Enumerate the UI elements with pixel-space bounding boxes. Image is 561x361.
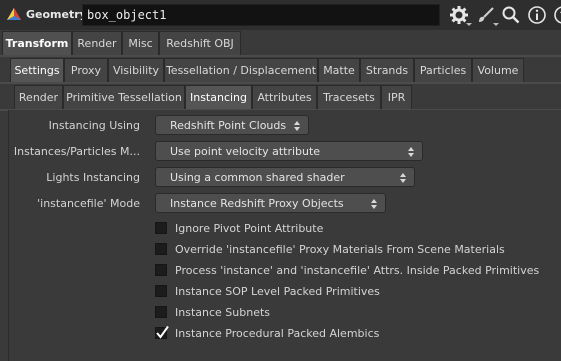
instancing-using-value: Redshift Point Clouds [170,119,287,132]
lights-instancing-menu[interactable]: Using a common shared shader [155,167,415,187]
tab-primitive-tessellation[interactable]: Primitive Tessellation [63,85,185,109]
tab-bar-redshift: Settings Proxy Visibility Tessellation /… [0,58,561,82]
instance-subnets-checkbox[interactable] [155,306,167,318]
tab-matte[interactable]: Matte [318,58,360,82]
tab-proxy[interactable]: Proxy [64,58,108,82]
instancing-using-menu[interactable]: Redshift Point Clouds [155,115,309,135]
instances-particles-label: Instances/Particles M... [13,145,140,158]
instance-sop-packed-label: Instance SOP Level Packed Primitives [175,284,380,298]
instancefile-mode-label: 'instancefile' Mode [37,197,140,210]
brush-menu-arrow-icon [493,23,499,26]
tab-transform[interactable]: Transform [2,31,72,55]
brush-icon[interactable] [476,5,496,25]
tab-divider [0,82,561,84]
geometry-node-icon [6,7,22,23]
override-proxy-materials-label: Override 'instancefile' Proxy Materials … [175,242,505,256]
tab-render[interactable]: Render [72,31,122,55]
tab-redshift-obj[interactable]: Redshift OBJ [159,31,241,55]
ignore-pivot-label: Ignore Pivot Point Attribute [175,221,324,235]
instances-particles-value: Use point velocity attribute [170,145,321,158]
instancefile-mode-value: Instance Redshift Proxy Objects [170,197,344,210]
instancefile-mode-menu[interactable]: Instance Redshift Proxy Objects [155,193,386,213]
ignore-pivot-checkbox[interactable] [155,222,167,234]
parameter-header: Geometry box_object1 [0,0,561,30]
instances-particles-menu[interactable]: Use point velocity attribute [155,141,423,161]
ignore-pivot-row[interactable]: Ignore Pivot Point Attribute [155,220,323,236]
tab-ipr[interactable]: IPR [381,85,412,109]
tab-tracesets[interactable]: Tracesets [317,85,381,109]
tab-render-settings[interactable]: Render [14,85,63,109]
override-proxy-materials-row[interactable]: Override 'instancefile' Proxy Materials … [155,241,505,257]
lights-instancing-value: Using a common shared shader [170,171,345,184]
override-proxy-materials-checkbox[interactable] [155,243,167,255]
up-down-arrows-icon [371,199,378,209]
instance-sop-packed-row[interactable]: Instance SOP Level Packed Primitives [155,283,380,299]
lights-instancing-label: Lights Instancing [46,171,140,184]
process-packed-primitives-row[interactable]: Process 'instance' and 'instancefile' At… [155,262,539,278]
process-packed-primitives-label: Process 'instance' and 'instancefile' At… [175,263,540,277]
instance-subnets-row[interactable]: Instance Subnets [155,304,270,320]
up-down-arrows-icon [408,147,415,157]
up-down-arrows-icon [400,173,407,183]
tab-particles[interactable]: Particles [414,58,472,82]
tab-tessellation-displacement[interactable]: Tessellation / Displacement [164,58,318,82]
tab-settings[interactable]: Settings [10,58,64,82]
tab-visibility[interactable]: Visibility [108,58,164,82]
tab-strands[interactable]: Strands [360,58,414,82]
tab-bar-main: Transform Render Misc Redshift OBJ [0,31,561,55]
instance-sop-packed-checkbox[interactable] [155,285,167,297]
instance-alembics-label: Instance Procedural Packed Alembics [175,326,380,340]
tab-divider [0,55,561,57]
instance-subnets-label: Instance Subnets [175,305,271,319]
process-packed-primitives-checkbox[interactable] [155,264,167,276]
tab-instancing[interactable]: Instancing [185,85,252,109]
checkmark-icon [156,325,169,339]
tab-volume[interactable]: Volume [472,58,524,82]
help-icon[interactable]: ? [553,5,561,25]
instance-alembics-checkbox[interactable] [155,325,169,339]
node-type-label: Geometry [26,8,87,21]
gear-icon[interactable] [449,5,469,25]
tab-bar-settings: Render Primitive Tessellation Instancing… [0,85,561,109]
instance-alembics-row[interactable]: Instance Procedural Packed Alembics [155,325,379,341]
tab-misc[interactable]: Misc [122,31,159,55]
gear-menu-arrow-icon [466,23,472,26]
node-name-field[interactable]: box_object1 [82,4,440,26]
instancing-using-label: Instancing Using [48,119,140,132]
tab-attributes[interactable]: Attributes [252,85,317,109]
search-icon[interactable] [501,5,521,25]
info-icon[interactable] [527,5,547,25]
up-down-arrows-icon [294,121,301,131]
